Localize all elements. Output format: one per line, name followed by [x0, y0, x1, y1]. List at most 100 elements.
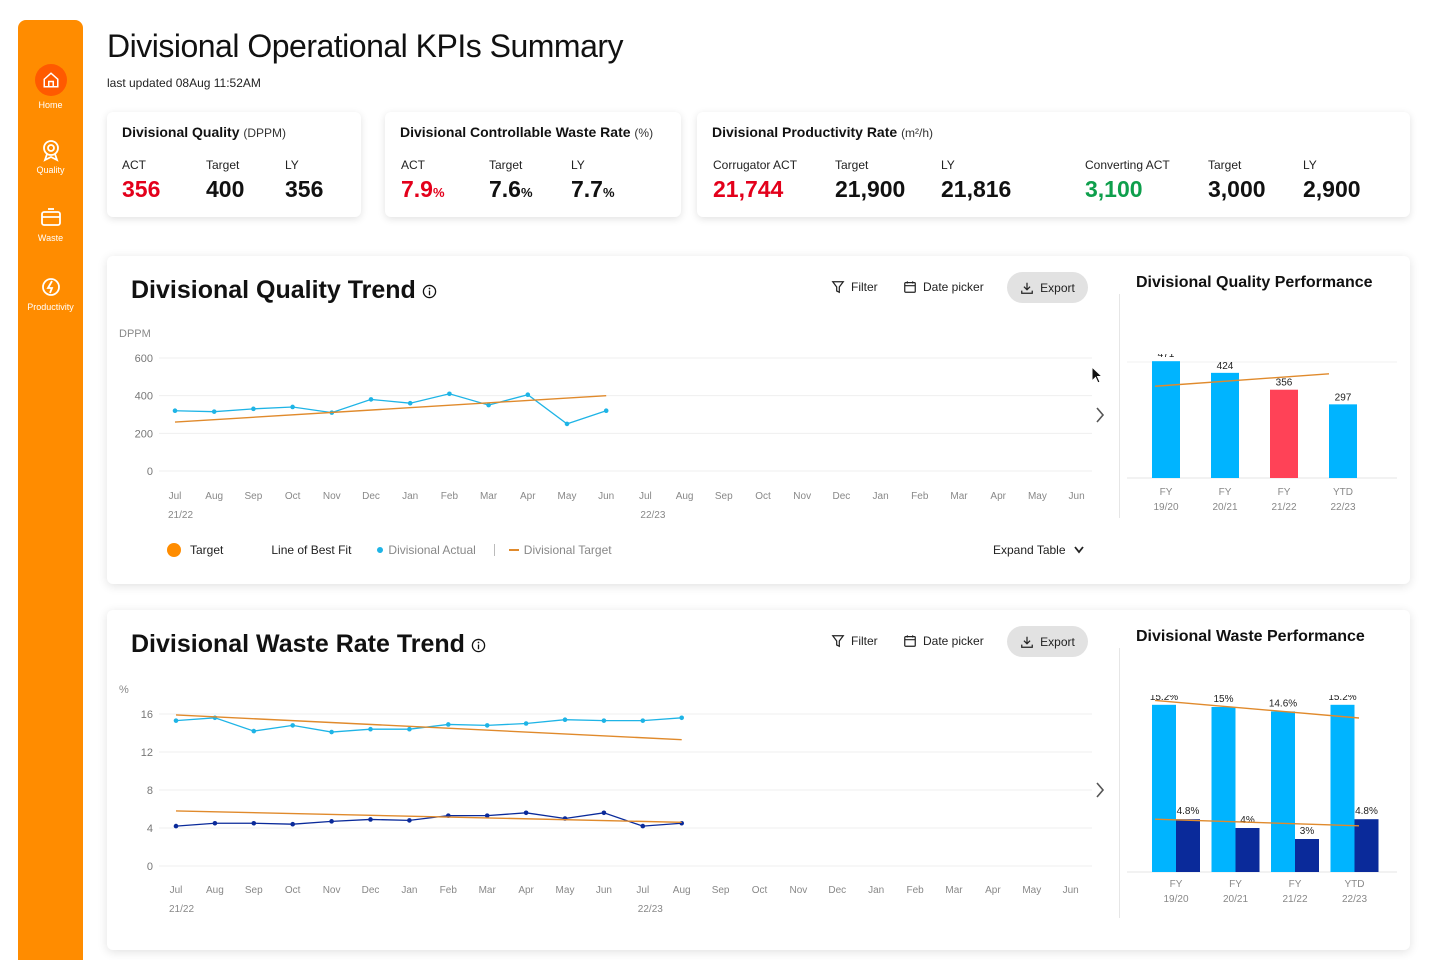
filter-button[interactable]: Filter	[831, 280, 878, 294]
kpi-card-productivity: Divisional Productivity Rate (m²/h) Corr…	[697, 112, 1410, 217]
data-point	[679, 715, 684, 721]
data-point	[407, 818, 412, 823]
kpi-value-ly: 21,816	[941, 176, 1012, 202]
date-picker-button[interactable]: Date picker	[903, 634, 984, 648]
kpi-value-corrugator-act: 21,744	[713, 176, 784, 202]
legend-div-target: Divisional Target	[523, 543, 612, 557]
actual-dot-icon	[377, 547, 384, 553]
side-title: Divisional Quality Performance	[1136, 274, 1373, 291]
data-point	[212, 820, 218, 826]
kpi-card-waste: Divisional Controllable Waste Rate (%) A…	[385, 112, 681, 217]
kpi-number: 7.7	[571, 176, 603, 202]
year-label: 21/22	[168, 510, 193, 521]
target-dot-icon	[167, 543, 181, 557]
export-label: Export	[1040, 280, 1075, 295]
data-label: 4.8%	[1177, 806, 1200, 817]
data-label: 424	[1217, 361, 1234, 372]
sidebar-item-label: Productivity	[27, 302, 74, 312]
x-tick-label: FY	[1278, 487, 1291, 498]
sidebar-item-quality[interactable]: Quality	[18, 138, 83, 175]
data-point	[523, 810, 529, 816]
x-tick-label: Feb	[911, 491, 929, 502]
download-icon	[1021, 636, 1034, 648]
x-tick-label: Oct	[285, 491, 301, 502]
x-tick-label: 19/20	[1163, 894, 1188, 905]
export-button[interactable]: Export	[1007, 626, 1088, 657]
date-picker-button[interactable]: Date picker	[903, 280, 984, 294]
sidebar-item-waste[interactable]: Waste	[18, 206, 83, 243]
chevron-right-icon[interactable]	[1093, 779, 1107, 801]
data-point	[603, 408, 609, 414]
kpi-title-text: Divisional Controllable Waste Rate	[400, 124, 631, 140]
x-tick-label: Nov	[323, 491, 341, 502]
expand-table-label: Expand Table	[993, 543, 1066, 557]
x-tick-label: Mar	[480, 491, 498, 502]
x-tick-label: Oct	[752, 885, 768, 896]
filter-button[interactable]: Filter	[831, 634, 878, 648]
data-point	[251, 728, 257, 734]
kpi-pct: %	[432, 185, 445, 200]
kpi-unit: (%)	[634, 126, 654, 140]
data-label: 4.8%	[1355, 806, 1378, 817]
x-tick-label: Feb	[441, 491, 459, 502]
legend-actual: Divisional Actual	[388, 543, 476, 557]
panel-title-text: Divisional Waste Rate Trend	[131, 630, 465, 658]
export-label: Export	[1040, 634, 1075, 649]
filter-label: Filter	[851, 634, 878, 648]
kpi-number: 7.9	[401, 176, 433, 202]
data-point	[564, 421, 570, 427]
kpi-label: Target	[1208, 158, 1242, 172]
x-tick-label: 22/23	[1342, 894, 1367, 905]
target-line-icon	[508, 549, 519, 551]
bar-ow	[1152, 704, 1176, 872]
chevron-right-icon[interactable]	[1093, 404, 1107, 426]
x-tick-label: Mar	[950, 491, 968, 502]
kpi-title: Divisional Productivity Rate (m²/h)	[712, 124, 933, 140]
info-icon[interactable]	[471, 638, 486, 653]
data-point	[601, 810, 607, 816]
data-point	[173, 823, 179, 829]
bar-tw	[1235, 828, 1260, 872]
data-label: 471	[1158, 354, 1175, 360]
y-tick-label: 200	[135, 428, 153, 440]
kpi-label: LY	[285, 158, 299, 172]
kpi-value-target: 21,900	[835, 176, 906, 202]
best-fit-line	[175, 714, 682, 741]
waste-trend-panel: Divisional Waste Rate Trend Filter Date …	[107, 610, 1410, 950]
data-label: 14.6%	[1269, 698, 1297, 709]
x-tick-label: Dec	[833, 491, 851, 502]
data-point	[173, 718, 179, 723]
x-tick-label: 20/21	[1212, 502, 1237, 513]
y-tick-label: 16	[141, 709, 153, 721]
x-tick-label: Feb	[906, 885, 924, 896]
data-point	[251, 406, 256, 412]
kpi-value-act: 356	[122, 176, 161, 202]
productivity-icon	[41, 278, 60, 296]
sidebar: Home Quality Waste Productivity	[18, 20, 83, 960]
x-tick-label: Aug	[205, 491, 223, 502]
waste-trend-chart: % 16 12 8 4 0 Jul Aug Sep Oct Nov Dec Jan Feb Mar Apr Ma…	[119, 684, 1092, 915]
data-point	[172, 408, 178, 414]
expand-table-button[interactable]: Expand Table	[993, 543, 1086, 557]
kpi-number: 7.6	[489, 176, 521, 202]
sidebar-item-productivity[interactable]: Productivity	[18, 275, 83, 312]
data-label: 356	[1276, 378, 1293, 389]
data-point	[407, 726, 412, 732]
kpi-label: Converting ACT	[1085, 158, 1170, 172]
x-tick-label: Jun	[1069, 491, 1085, 502]
x-tick-label: Mar	[479, 885, 497, 896]
x-tick-label: Aug	[206, 885, 224, 896]
kpi-unit: (DPPM)	[243, 126, 287, 140]
page-title: Divisional Operational KPIs Summary	[107, 28, 624, 64]
date-picker-label: Date picker	[923, 634, 984, 648]
x-tick-label: Aug	[676, 491, 694, 502]
export-button[interactable]: Export	[1007, 272, 1088, 303]
x-tick-label: Nov	[323, 885, 341, 896]
sidebar-item-home[interactable]: Home	[18, 64, 83, 110]
data-point	[446, 722, 451, 727]
x-tick-label: Aug	[673, 885, 691, 896]
sidebar-item-label: Quality	[36, 165, 65, 175]
last-updated: last updated 08Aug 11:52AM	[107, 76, 261, 90]
x-tick-label: YTD	[1345, 879, 1365, 890]
info-icon[interactable]	[422, 284, 437, 299]
